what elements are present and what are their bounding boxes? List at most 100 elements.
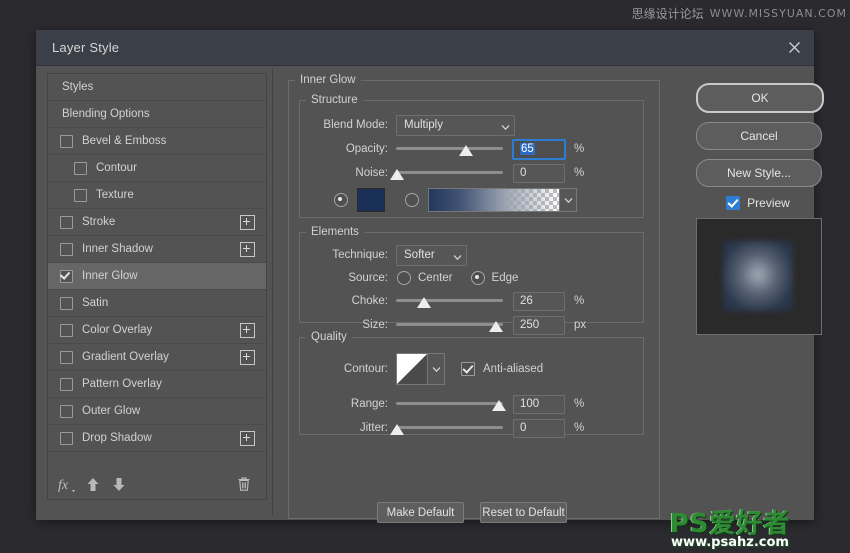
styles-list-item-label: Texture [96, 189, 134, 201]
glow-gradient-preview[interactable] [428, 188, 560, 212]
styles-list-item-drop-shadow[interactable]: Drop Shadow [48, 425, 266, 452]
styles-list-item-bevel-emboss[interactable]: Bevel & Emboss [48, 128, 266, 155]
ok-button[interactable]: OK [696, 83, 824, 113]
styles-toolbar: fx [47, 470, 265, 498]
move-down-icon[interactable] [106, 472, 132, 496]
range-slider[interactable] [396, 396, 506, 412]
fill-gradient-radio[interactable] [405, 193, 419, 207]
choke-slider-track [396, 299, 503, 302]
contour-picker-chevron[interactable] [428, 353, 445, 385]
source-label: Source: [348, 272, 388, 284]
opacity-row: Opacity: 65 % [300, 139, 640, 159]
styles-list-item-label: Contour [96, 162, 137, 174]
styles-column: Styles Blending Options Bevel & Emboss Cont… [40, 69, 273, 516]
styles-list-item-checkbox[interactable] [74, 188, 87, 202]
noise-unit: % [574, 167, 585, 179]
fx-icon[interactable]: fx [54, 472, 80, 496]
fx-glyph: fx [58, 478, 75, 493]
gradient-picker-chevron[interactable] [560, 188, 577, 212]
styles-list-item-gradient-overlay[interactable]: Gradient Overlay [48, 344, 266, 371]
reset-to-default-button[interactable]: Reset to Default [480, 502, 567, 523]
styles-list-item-checkbox[interactable] [60, 269, 73, 283]
add-effect-icon[interactable] [240, 430, 255, 446]
styles-list[interactable]: Styles Blending Options Bevel & Emboss Cont… [47, 73, 267, 500]
styles-list-item-checkbox[interactable] [60, 377, 73, 391]
add-effect-icon[interactable] [240, 241, 255, 257]
styles-list-item-checkbox[interactable] [60, 350, 73, 364]
trash-glyph [238, 477, 250, 491]
styles-list-item-stroke[interactable]: Stroke [48, 209, 266, 236]
opacity-label: Opacity: [345, 143, 388, 155]
fill-color-radio[interactable] [334, 193, 348, 207]
contour-label: Contour: [343, 363, 388, 375]
source-center-radio[interactable] [397, 271, 411, 285]
styles-list-item-checkbox[interactable] [60, 323, 73, 337]
styles-list-item-checkbox[interactable] [60, 242, 73, 256]
blend-mode-value: Multiply [404, 119, 443, 131]
opacity-input[interactable]: 65 [513, 139, 565, 159]
elements-group: Elements Technique: Softer Source: Cente… [299, 226, 644, 335]
styles-list-item-checkbox[interactable] [60, 215, 73, 229]
styles-list-item-styles[interactable]: Styles [48, 74, 266, 101]
opacity-slider[interactable] [396, 141, 503, 157]
styles-list-item-checkbox[interactable] [74, 161, 87, 175]
styles-list-item-satin[interactable]: Satin [48, 290, 266, 317]
make-default-button[interactable]: Make Default [377, 502, 464, 523]
styles-list-item-label: Inner Glow [82, 270, 138, 282]
styles-list-item-checkbox[interactable] [60, 296, 73, 310]
structure-group: Structure Blend Mode: Multiply Opacity: … [299, 94, 644, 218]
noise-slider-track [396, 171, 503, 174]
styles-list-item-inner-glow[interactable]: Inner Glow [48, 263, 266, 290]
noise-slider-thumb[interactable] [390, 169, 405, 180]
new-style-button[interactable]: New Style... [696, 159, 822, 187]
styles-list-item-blending-options[interactable]: Blending Options [48, 101, 266, 128]
range-label: Range: [350, 398, 388, 410]
styles-list-item-checkbox[interactable] [60, 134, 73, 148]
noise-input[interactable]: 0 [513, 163, 565, 183]
add-effect-icon[interactable] [240, 214, 255, 230]
choke-input[interactable]: 26 [513, 291, 565, 311]
delete-icon[interactable] [231, 472, 257, 496]
source-edge-radio[interactable] [470, 271, 485, 285]
styles-list-item-label: Blending Options [62, 108, 150, 120]
arrow-down-glyph [113, 477, 125, 491]
choke-slider-thumb[interactable] [416, 297, 431, 308]
opacity-slider-thumb[interactable] [458, 145, 473, 156]
technique-select[interactable]: Softer [396, 244, 467, 266]
styles-list-item-checkbox[interactable] [60, 404, 73, 418]
styles-list-item-outer-glow[interactable]: Outer Glow [48, 398, 266, 425]
styles-list-item-color-overlay[interactable]: Color Overlay [48, 317, 266, 344]
inner-glow-group-label: Inner Glow [300, 74, 356, 86]
cancel-button[interactable]: Cancel [696, 122, 822, 150]
choke-row: Choke: 26 % [300, 291, 640, 311]
styles-list-item-checkbox[interactable] [60, 431, 73, 445]
noise-slider[interactable] [390, 165, 503, 181]
styles-list-item-pattern-overlay[interactable]: Pattern Overlay [48, 371, 266, 398]
glow-color-swatch[interactable] [357, 188, 385, 212]
add-effect-icon[interactable] [240, 322, 255, 338]
range-value: 100 [520, 398, 540, 410]
choke-slider[interactable] [396, 293, 503, 309]
styles-list-item-inner-shadow[interactable]: Inner Shadow [48, 236, 266, 263]
move-up-icon[interactable] [80, 472, 106, 496]
jitter-slider-thumb[interactable] [390, 424, 405, 435]
styles-list-item-contour[interactable]: Contour [48, 155, 266, 182]
range-slider-thumb[interactable] [491, 400, 506, 411]
quality-group: Quality Contour: Anti-aliased Range: 100… [299, 331, 644, 438]
jitter-slider[interactable] [390, 420, 503, 436]
opacity-unit: % [574, 143, 585, 155]
close-icon[interactable] [780, 33, 808, 61]
source-center-label: Center [418, 272, 453, 284]
range-input[interactable]: 100 [513, 394, 565, 414]
styles-list-item-texture[interactable]: Texture [48, 182, 266, 209]
chevron-down-glyph [432, 366, 440, 372]
default-buttons: Make Default Reset to Default [377, 502, 567, 523]
jitter-input[interactable]: 0 [513, 418, 565, 438]
add-effect-icon[interactable] [240, 349, 255, 365]
blend-mode-select[interactable]: Multiply [396, 114, 515, 136]
preview-toggle-row: Preview [696, 196, 820, 210]
contour-preview[interactable] [396, 353, 428, 385]
anti-aliased-checkbox[interactable] [461, 362, 475, 376]
preview-checkbox[interactable] [726, 196, 741, 210]
gradient-fade [429, 189, 559, 211]
